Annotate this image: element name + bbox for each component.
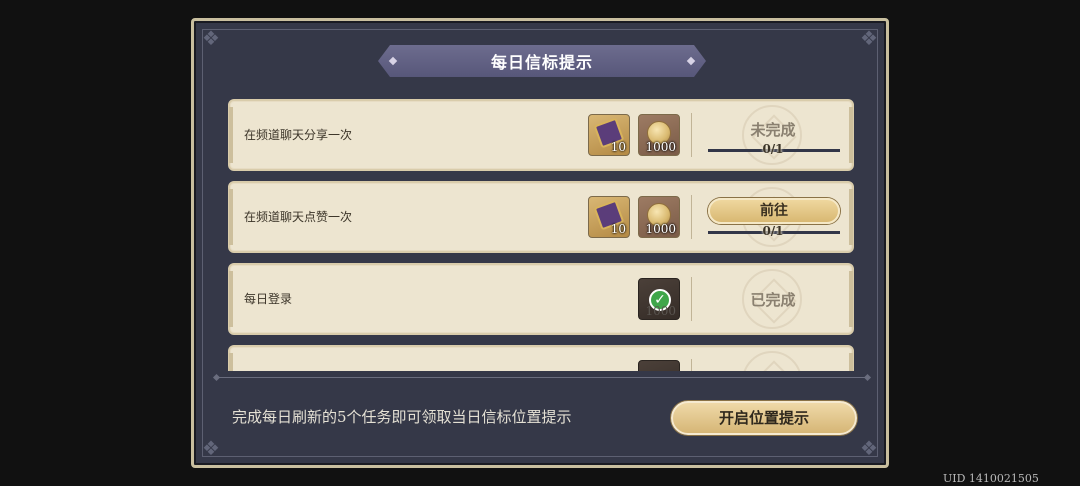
task-row: 在频道聊天分享一次 10 1000 未完成 0/1 bbox=[228, 99, 854, 171]
open-location-hint-button[interactable]: 开启位置提示 bbox=[671, 401, 857, 435]
uid-label: UID 1410021505 bbox=[943, 472, 1039, 485]
task-status-area: 已完成 bbox=[698, 265, 848, 333]
game-screen: ❖ ❖ ❖ ❖ 每日信标提示 在频道聊天分享一次 10 1000 未完成 0/1… bbox=[0, 0, 1080, 486]
progress-text: 0/1 bbox=[762, 142, 784, 156]
corner-ornament-icon: ❖ bbox=[860, 26, 878, 50]
corner-ornament-icon: ❖ bbox=[202, 26, 220, 50]
progress-text: 0/1 bbox=[762, 224, 784, 238]
reward-item[interactable]: 10 bbox=[588, 196, 630, 238]
task-status-area bbox=[698, 347, 848, 371]
reward-item[interactable]: 1000 bbox=[638, 114, 680, 156]
status-incomplete: 未完成 bbox=[750, 121, 796, 139]
task-row: 在频道聊天点赞一次 10 1000 前往 0/1 bbox=[228, 181, 854, 253]
task-label: 在频道聊天分享一次 bbox=[244, 128, 353, 142]
reward-item-claimed[interactable]: ✓ 1000 bbox=[638, 278, 680, 320]
divider bbox=[691, 277, 692, 321]
go-button[interactable]: 前往 bbox=[708, 198, 840, 224]
divider bbox=[691, 195, 692, 239]
title-banner: 每日信标提示 bbox=[378, 45, 706, 77]
reward-item[interactable]: 1000 bbox=[638, 196, 680, 238]
task-row bbox=[228, 345, 854, 371]
reward-quantity: 10 bbox=[610, 222, 626, 236]
reward-quantity: 1000 bbox=[645, 222, 676, 236]
divider bbox=[691, 113, 692, 157]
task-list[interactable]: 在频道聊天分享一次 10 1000 未完成 0/1 在频道聊天点赞一次 10 1… bbox=[228, 99, 854, 371]
corner-ornament-icon: ❖ bbox=[860, 436, 878, 460]
corner-ornament-icon: ❖ bbox=[202, 436, 220, 460]
diamond-ornament-icon bbox=[389, 57, 397, 65]
footer-hint-text: 完成每日刷新的5个任务即可领取当日信标位置提示 bbox=[232, 408, 572, 426]
dialog-title: 每日信标提示 bbox=[490, 53, 593, 72]
list-bottom-divider bbox=[216, 377, 868, 378]
reward-quantity: 1000 bbox=[645, 304, 676, 318]
task-label: 每日登录 bbox=[244, 292, 293, 306]
reward-quantity: 10 bbox=[610, 140, 626, 154]
task-row: 每日登录 ✓ 1000 已完成 bbox=[228, 263, 854, 335]
divider bbox=[691, 359, 692, 371]
reward-item[interactable] bbox=[638, 360, 680, 371]
emblem-watermark-icon bbox=[742, 351, 802, 371]
status-completed: 已完成 bbox=[750, 291, 796, 309]
reward-item[interactable]: 10 bbox=[588, 114, 630, 156]
reward-quantity: 1000 bbox=[645, 140, 676, 154]
task-status-area: 未完成 0/1 bbox=[698, 101, 848, 169]
task-status-area: 前往 0/1 bbox=[698, 183, 848, 251]
task-label: 在频道聊天点赞一次 bbox=[244, 210, 353, 224]
beacon-hint-dialog: ❖ ❖ ❖ ❖ 每日信标提示 在频道聊天分享一次 10 1000 未完成 0/1… bbox=[191, 18, 889, 468]
diamond-ornament-icon bbox=[687, 57, 695, 65]
